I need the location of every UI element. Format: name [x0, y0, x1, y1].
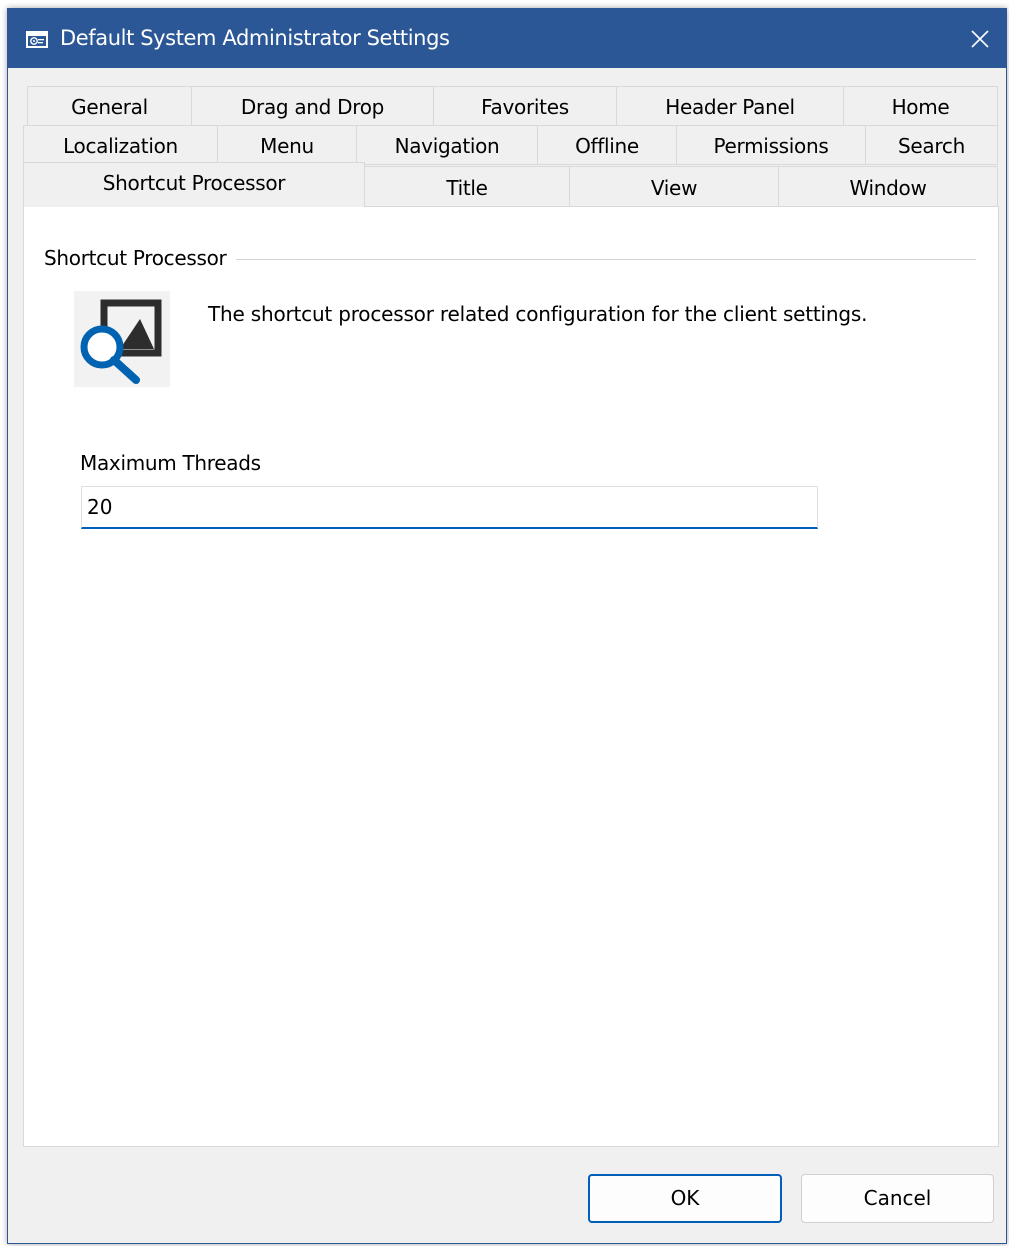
tab-general[interactable]: General [27, 86, 192, 126]
tab-permissions[interactable]: Permissions [676, 125, 866, 165]
tab-menu[interactable]: Menu [217, 125, 357, 165]
close-button[interactable] [960, 19, 1000, 59]
tab-view[interactable]: View [569, 166, 779, 207]
tab-label: View [650, 176, 698, 200]
tab-label: Navigation [394, 134, 500, 158]
tab-drag-and-drop[interactable]: Drag and Drop [191, 86, 434, 126]
tab-label: Localization [63, 134, 178, 158]
ok-button[interactable]: OK [588, 1174, 782, 1223]
tab-label: Home [891, 95, 950, 119]
tab-label: Window [849, 176, 927, 200]
settings-window-icon [26, 31, 48, 48]
tab-label: Search [898, 134, 965, 158]
tab-label: Offline [575, 134, 639, 158]
tab-window[interactable]: Window [778, 166, 998, 207]
tab-label: Menu [260, 134, 314, 158]
cancel-button[interactable]: Cancel [801, 1174, 994, 1223]
title-bar[interactable]: Default System Administrator Settings [8, 9, 1006, 68]
tab-favorites[interactable]: Favorites [433, 86, 617, 126]
group-title: Shortcut Processor [44, 245, 237, 271]
tab-title[interactable]: Title [364, 166, 570, 207]
tab-localization[interactable]: Localization [23, 125, 218, 165]
tab-header-panel[interactable]: Header Panel [616, 86, 844, 126]
tab-label: Header Panel [665, 95, 795, 119]
tab-search[interactable]: Search [865, 125, 998, 165]
tab-label: General [71, 95, 148, 119]
close-icon [971, 30, 989, 48]
tab-label: Favorites [481, 95, 569, 119]
section-description: The shortcut processor related configura… [208, 302, 868, 326]
window-title: Default System Administrator Settings [60, 26, 450, 50]
tab-label: Shortcut Processor [102, 171, 286, 195]
tab-shortcut-processor[interactable]: Shortcut Processor [23, 162, 365, 207]
max-threads-input[interactable] [81, 486, 818, 529]
tab-offline[interactable]: Offline [537, 125, 677, 165]
image-search-icon [74, 291, 170, 387]
max-threads-label: Maximum Threads [80, 451, 261, 475]
settings-dialog: Default System Administrator Settings Ge… [7, 8, 1007, 1244]
tab-label: Title [446, 176, 488, 200]
tab-navigation[interactable]: Navigation [356, 125, 538, 165]
tab-label: Drag and Drop [240, 95, 385, 119]
tab-label: Permissions [713, 134, 829, 158]
tab-home[interactable]: Home [843, 86, 998, 126]
